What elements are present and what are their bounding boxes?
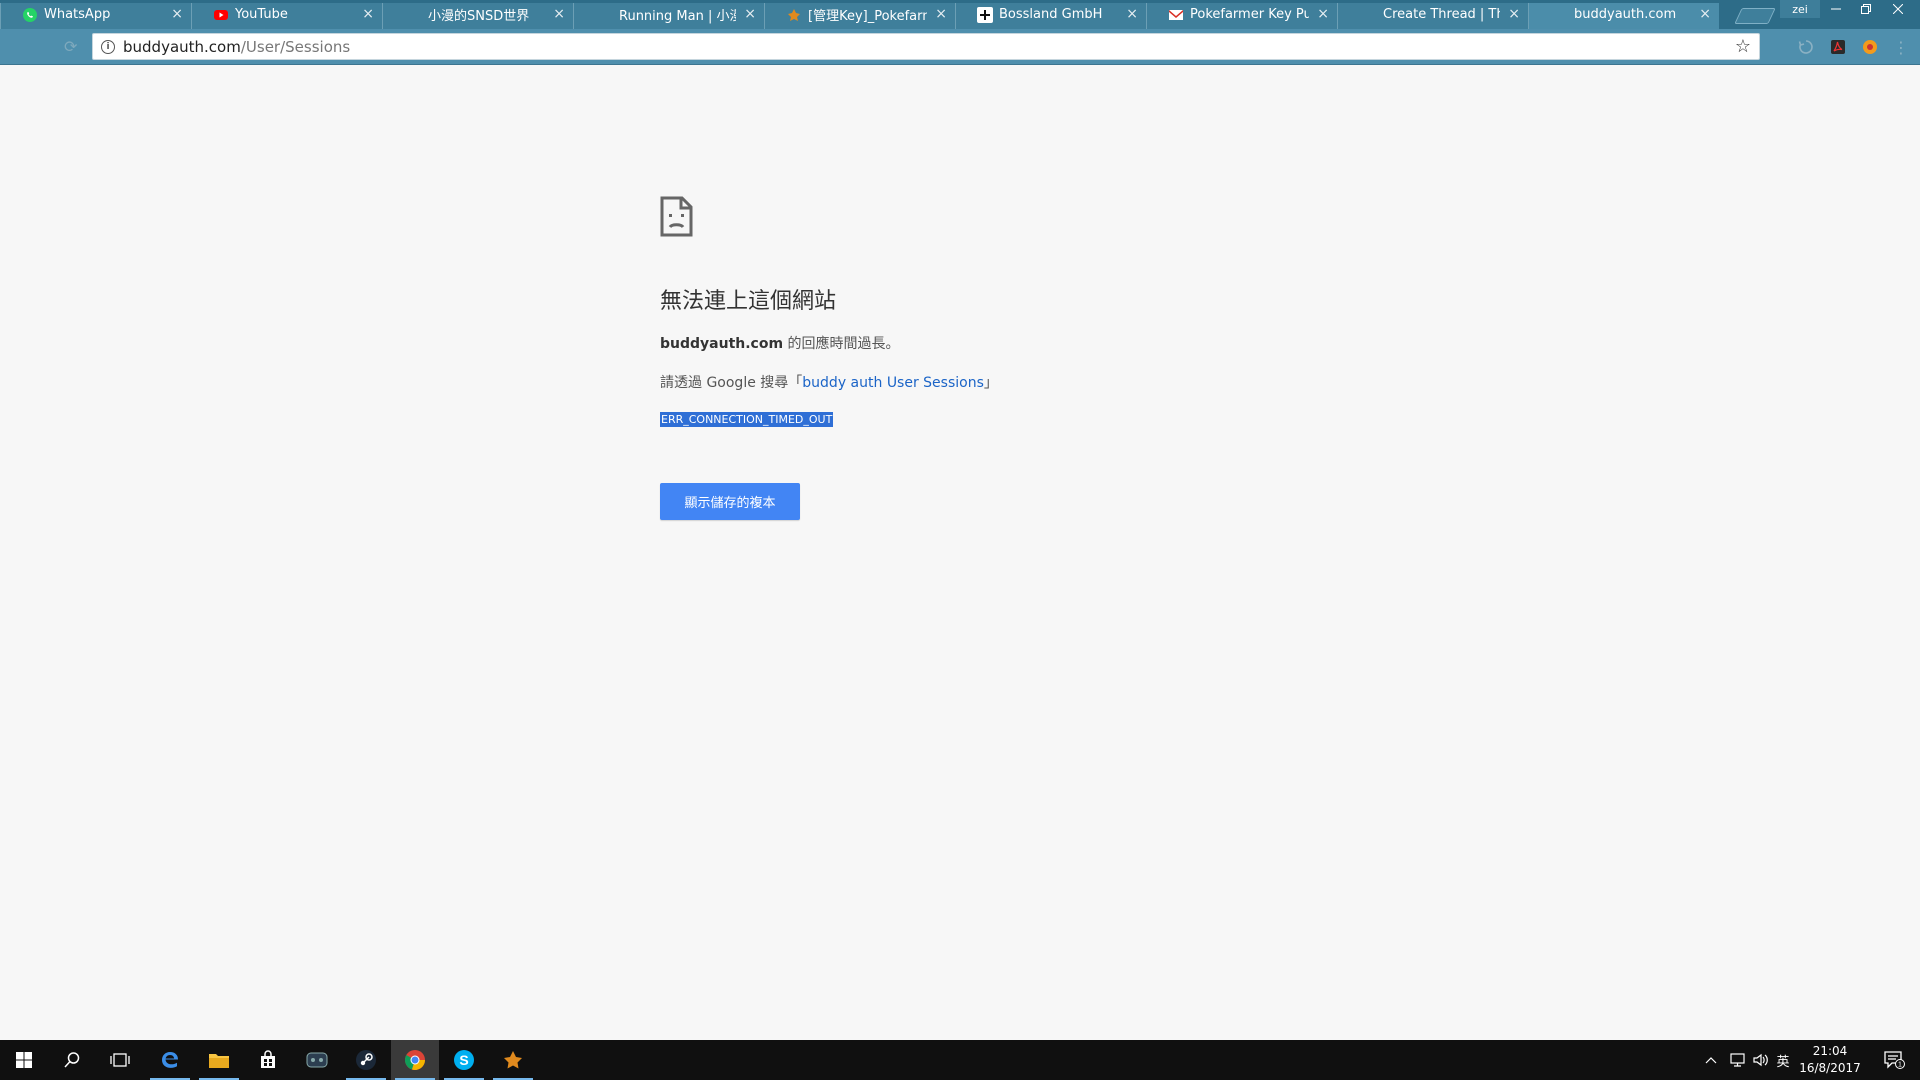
address-host: buddyauth.com [123,37,241,56]
store-bag-icon [261,1050,275,1068]
tab-close-icon[interactable]: × [1508,7,1520,21]
close-window-icon[interactable] [1883,0,1913,18]
tab-title: WhatsApp [44,7,111,22]
tab-title: [管理Key]_Pokefarmer [808,9,927,24]
svg-text:S: S [459,1052,468,1068]
profile-button[interactable]: zei [1780,0,1820,18]
restore-icon[interactable] [1851,0,1881,18]
tab-close-icon[interactable]: × [744,7,756,21]
search-icon [64,1052,80,1068]
error-code: ERR_CONNECTION_TIMED_OUT [660,412,834,427]
history-icon[interactable] [1797,38,1815,56]
bookmark-star-icon[interactable]: ☆ [1735,36,1751,57]
extension-icon[interactable] [1861,38,1879,56]
clock[interactable]: 21:04 16/8/2017 [1790,1043,1870,1077]
start-button[interactable] [0,1040,48,1080]
windows-logo-icon [16,1052,32,1068]
tab-running-man[interactable]: Running Man | 小漫的S × [573,0,764,29]
tab-buddyauth[interactable]: buddyauth.com × [1528,0,1719,29]
clock-time: 21:04 [1812,1044,1848,1058]
taskbar-skype[interactable]: S [440,1040,488,1080]
address-bar[interactable]: i buddyauth.com/User/Sessions ☆ [92,33,1760,60]
minimize-icon[interactable] [1821,0,1851,18]
pokefarmer-icon [786,7,802,23]
error-title: 無法連上這個網站 [660,289,837,314]
taskbar-steam[interactable] [342,1040,390,1080]
google-search-link[interactable]: buddy auth User Sessions [802,375,984,391]
search-button[interactable] [48,1040,96,1080]
tab-pokefarmer-key[interactable]: [管理Key]_Pokefarmer × [764,0,955,29]
tab-whatsapp[interactable]: WhatsApp × [0,0,191,29]
tab-gmail[interactable]: Pokefarmer Key Purch × [1146,0,1337,29]
task-view-icon [110,1053,130,1067]
chrome-icon [404,1050,425,1070]
clock-date: 16/8/2017 [1799,1061,1861,1075]
tab-youtube[interactable]: YouTube × [191,0,382,29]
taskbar-chrome[interactable] [391,1040,439,1080]
tab-close-icon[interactable]: × [171,7,183,21]
browser-toolbar: ⟳ i buddyauth.com/User/Sessions ☆ ⋮ [0,29,1920,65]
youtube-icon [213,7,229,23]
show-hidden-icons-chevron-icon[interactable] [1702,1040,1720,1080]
tab-title: YouTube [235,7,288,22]
reload-icon[interactable]: ⟳ [64,37,77,56]
tab-close-icon[interactable]: × [1699,7,1711,21]
new-tab-button[interactable] [1734,8,1776,24]
taskbar-pokefarmer[interactable] [489,1040,537,1080]
tab-title: Bossland GmbH [999,7,1103,22]
error-host: buddyauth.com [660,336,784,352]
taskbar-game-app[interactable] [293,1040,341,1080]
notification-icon: 1 [1884,1051,1905,1069]
tab-bossland[interactable]: Bossland GmbH × [955,0,1146,29]
tab-title: Running Man | 小漫的S [619,9,736,24]
steam-icon [356,1050,376,1070]
show-saved-copy-button[interactable]: 顯示儲存的複本 [660,483,800,520]
tab-close-icon[interactable]: × [935,7,947,21]
tab-title: 小漫的SNSD世界 [428,9,530,24]
error-desc-suffix: 的回應時間過長。 [783,336,900,352]
taskbar: S 英 21:04 16/8/2017 1 [0,1040,1920,1080]
whatsapp-icon [22,7,38,23]
taskbar-file-explorer[interactable] [195,1040,243,1080]
action-center-button[interactable]: 1 [1874,1040,1914,1080]
menu-kebab-icon[interactable]: ⋮ [1892,38,1910,57]
task-view-button[interactable] [96,1040,144,1080]
suggest-suffix: 」 [983,375,998,391]
pdf-extension-icon[interactable] [1829,38,1847,56]
error-suggestion: 請透過 Google 搜尋「buddy auth User Sessions」 [660,372,998,392]
tab-title: Create Thread | The Bu [1383,7,1500,22]
tab-snsd-world[interactable]: 小漫的SNSD世界 × [382,0,573,29]
gmail-icon [1168,7,1184,23]
taskbar-store[interactable] [244,1040,292,1080]
address-path: /User/Sessions [240,37,351,56]
folder-icon [209,1054,229,1068]
bossland-icon [977,6,993,23]
tab-close-icon[interactable]: × [1317,7,1329,21]
suggest-prefix: 請透過 Google 搜尋「 [660,375,803,391]
tab-list: WhatsApp × YouTube × 小漫的SNSD世界 × Running… [0,0,1719,29]
sad-page-icon [660,196,693,237]
tab-strip: WhatsApp × YouTube × 小漫的SNSD世界 × Running… [0,0,1920,29]
notification-count: 1 [1898,1062,1902,1069]
tab-close-icon[interactable]: × [1126,7,1138,21]
tab-create-thread[interactable]: Create Thread | The Bu × [1337,0,1528,29]
edge-icon [162,1052,178,1068]
network-icon[interactable] [1726,1040,1748,1080]
skype-icon: S [454,1050,474,1070]
tab-close-icon[interactable]: × [362,7,374,21]
gamepad-icon [306,1052,328,1068]
tab-title: Pokefarmer Key Purch [1190,7,1309,22]
volume-icon[interactable] [1750,1040,1772,1080]
pokefarmer-icon [504,1051,522,1069]
error-description: buddyauth.com 的回應時間過長。 [660,333,900,353]
tab-title: buddyauth.com [1574,7,1677,22]
taskbar-edge[interactable] [146,1040,194,1080]
tab-close-icon[interactable]: × [553,7,565,21]
site-info-icon[interactable]: i [101,39,115,54]
